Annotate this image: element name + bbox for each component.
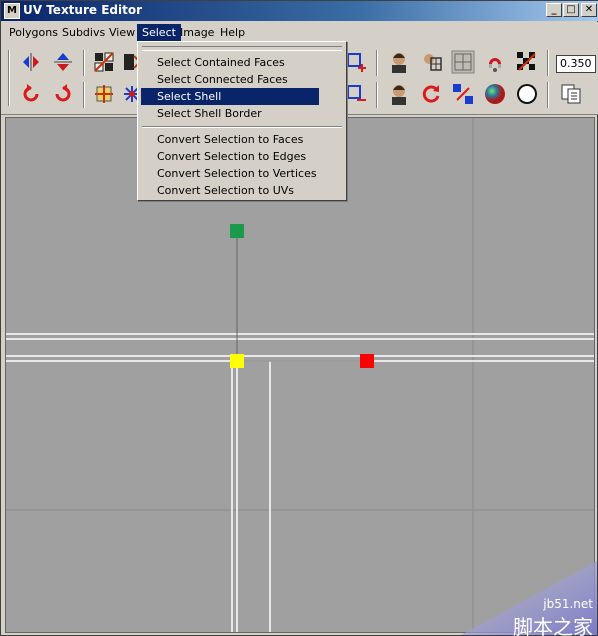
- menu-view[interactable]: View: [104, 24, 140, 41]
- display-unfiltered-icon[interactable]: [387, 82, 411, 106]
- shaded-uv-display-icon[interactable]: [483, 82, 507, 106]
- rotate-ccw-icon[interactable]: [19, 82, 43, 106]
- menu-help[interactable]: Help: [215, 24, 250, 41]
- isolate-select-icon[interactable]: [451, 82, 475, 106]
- menu-select-connected-faces[interactable]: Select Connected Faces: [141, 71, 319, 88]
- pixel-snap-icon[interactable]: [483, 50, 507, 74]
- select-dropdown-menu: Select Contained Faces Select Connected …: [137, 41, 347, 201]
- toolbar-separator: [83, 50, 85, 76]
- copy-uvs-icon[interactable]: [559, 82, 583, 106]
- menu-select-shell-border[interactable]: Select Shell Border: [141, 105, 319, 122]
- toolbar-separator: [83, 82, 85, 108]
- toolbar-grip: [8, 50, 10, 106]
- checker-map-icon[interactable]: [515, 50, 539, 74]
- dim-image-icon[interactable]: [419, 50, 443, 74]
- uv-point-red[interactable]: [360, 354, 374, 368]
- menu-convert-to-vertices[interactable]: Convert Selection to Vertices: [141, 165, 341, 182]
- minimize-button[interactable]: _: [546, 3, 562, 17]
- select-uv-remove-icon[interactable]: [344, 82, 368, 106]
- rotate-cw-icon[interactable]: [51, 82, 75, 106]
- close-button[interactable]: ✕: [581, 3, 597, 17]
- menu-bar: Polygons Subdivs View Select Image Help: [1, 22, 598, 42]
- toggle-grid-icon[interactable]: [451, 50, 475, 74]
- toolbar-separator: [376, 82, 378, 108]
- display-image-icon[interactable]: [387, 50, 411, 74]
- maya-app-icon: M: [4, 3, 20, 19]
- flip-v-icon[interactable]: [51, 50, 75, 74]
- toolbar-separator: [547, 50, 549, 76]
- menu-separator: [142, 126, 342, 128]
- menu-subdivs[interactable]: Subdivs: [57, 24, 110, 41]
- uv-texture-editor-window: M UV Texture Editor _ □ ✕ Polygons Subdi…: [0, 0, 598, 636]
- menu-image[interactable]: Image: [175, 24, 219, 41]
- menu-convert-to-uvs[interactable]: Convert Selection to UVs: [141, 182, 341, 199]
- watermark-name-text: 脚本之家: [513, 615, 593, 636]
- watermark-site-text: jb51.net: [543, 597, 593, 611]
- menu-select-contained-faces[interactable]: Select Contained Faces: [141, 54, 319, 71]
- maximize-button[interactable]: □: [563, 3, 579, 17]
- cut-uv-edges-icon[interactable]: [92, 50, 116, 74]
- move-uv-shell-icon[interactable]: [92, 82, 116, 106]
- menu-convert-to-faces[interactable]: Convert Selection to Faces: [141, 131, 341, 148]
- toolbar-separator: [376, 50, 378, 76]
- menu-convert-to-edges[interactable]: Convert Selection to Edges: [141, 148, 341, 165]
- menu-select-shell[interactable]: Select Shell: [141, 88, 319, 105]
- uv-point-green[interactable]: [230, 224, 244, 238]
- uv-point-yellow[interactable]: [230, 354, 244, 368]
- toolbar-separator: [547, 82, 549, 108]
- window-title: UV Texture Editor: [23, 3, 142, 17]
- menu-polygons[interactable]: Polygons: [4, 24, 63, 41]
- select-uv-add-icon[interactable]: [344, 50, 368, 74]
- refresh-icon[interactable]: [419, 82, 443, 106]
- zoom-value-field[interactable]: 0.350: [556, 55, 596, 73]
- tear-off-handle[interactable]: [142, 46, 342, 51]
- display-rgb-icon[interactable]: [515, 82, 539, 106]
- flip-u-icon[interactable]: [19, 50, 43, 74]
- title-bar[interactable]: M UV Texture Editor _ □ ✕: [1, 1, 598, 21]
